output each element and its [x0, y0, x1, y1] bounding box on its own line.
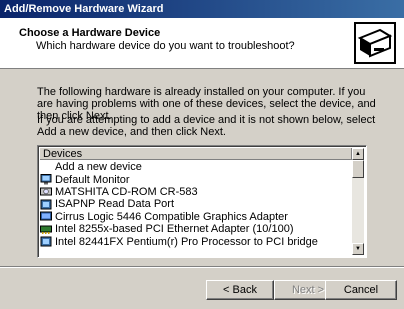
blank-icon	[40, 162, 52, 173]
window-title-bar[interactable]: Add/Remove Hardware Wizard	[0, 0, 404, 18]
network-adapter-icon	[40, 224, 52, 235]
vertical-scrollbar[interactable]: ▲ ▼	[352, 148, 364, 255]
list-item[interactable]: Intel 82441FX Pentium(r) Pro Processor t…	[40, 235, 352, 248]
list-item[interactable]: Intel 8255x-based PCI Ethernet Adapter (…	[40, 223, 352, 235]
monitor-icon	[40, 174, 52, 185]
list-item-label: Default Monitor	[55, 173, 130, 186]
list-item-label: ISAPNP Read Data Port	[55, 198, 175, 211]
list-item[interactable]: MATSHITA CD-ROM CR-583	[40, 186, 352, 198]
list-item[interactable]: Cirrus Logic 5446 Compatible Graphics Ad…	[40, 211, 352, 223]
list-item-label: Cirrus Logic 5446 Compatible Graphics Ad…	[55, 210, 288, 223]
page-title: Choose a Hardware Device	[19, 27, 161, 39]
cancel-button[interactable]: Cancel	[325, 280, 397, 300]
list-item-label: Add a new device	[55, 161, 142, 174]
scroll-up-button[interactable]: ▲	[352, 148, 364, 160]
list-item-label: Intel 82441FX Pentium(r) Pro Processor t…	[55, 235, 318, 248]
devices-column-header[interactable]: Devices	[40, 148, 352, 160]
devices-list-items: Add a new device Default Monitor MATSHITA …	[40, 161, 352, 248]
footer-divider	[0, 266, 404, 268]
scroll-down-button[interactable]: ▼	[352, 243, 364, 255]
system-device-icon	[40, 199, 52, 210]
list-item[interactable]: Default Monitor	[40, 173, 352, 186]
wizard-header: Choose a Hardware Device Which hardware …	[0, 18, 404, 69]
list-item-label: MATSHITA CD-ROM CR-583	[55, 185, 198, 198]
list-item[interactable]: ISAPNP Read Data Port	[40, 198, 352, 210]
page-subtitle: Which hardware device do you want to tro…	[36, 40, 295, 52]
display-adapter-icon	[40, 211, 52, 222]
instruction-text: If you are attempting to add a device an…	[37, 114, 376, 138]
scroll-thumb[interactable]	[352, 160, 364, 178]
cdrom-icon	[40, 186, 52, 197]
list-item-label: Intel 8255x-based PCI Ethernet Adapter (…	[55, 223, 294, 236]
hardware-wizard-icon	[354, 22, 396, 64]
system-device-icon	[40, 236, 52, 247]
devices-list[interactable]: Devices Add a new device Default Monitor M…	[37, 145, 367, 258]
window-title: Add/Remove Hardware Wizard	[4, 3, 164, 15]
back-button[interactable]: < Back	[206, 280, 274, 300]
list-item[interactable]: Add a new device	[40, 161, 352, 173]
